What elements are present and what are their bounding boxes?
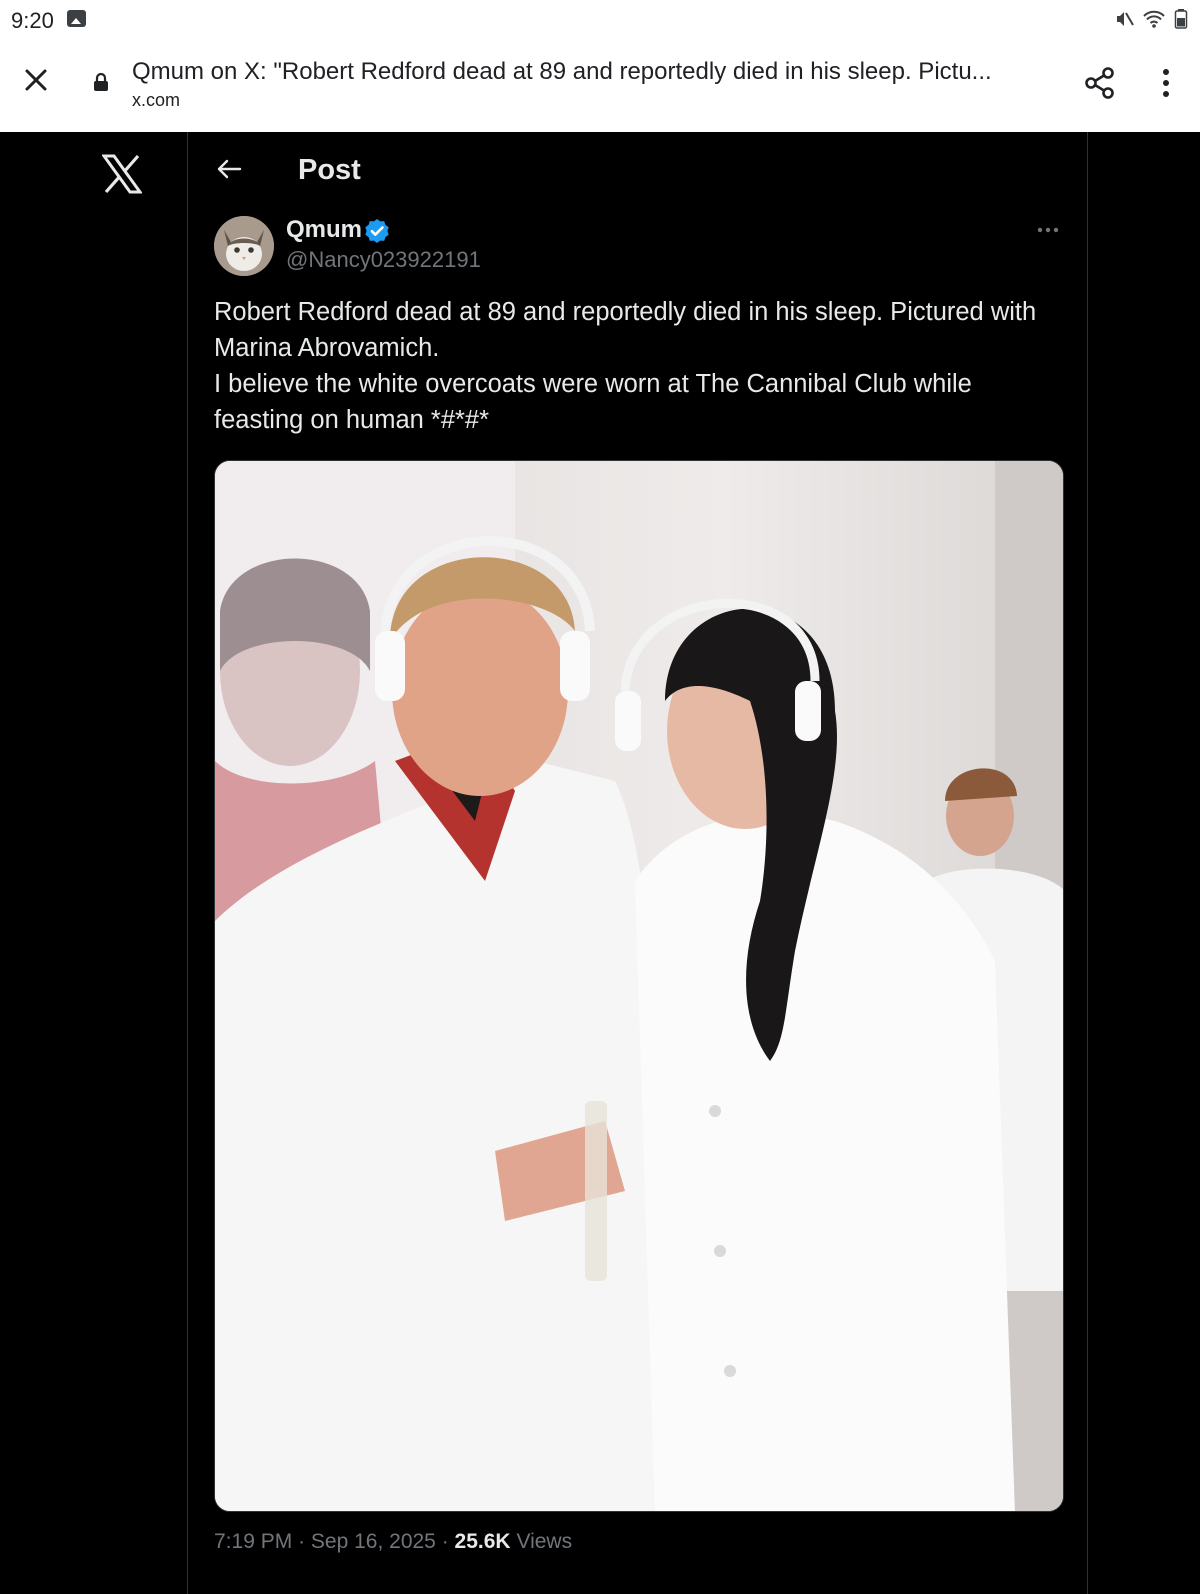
system-icons — [1114, 8, 1188, 30]
views-count: 25.6K — [454, 1530, 511, 1553]
header-title: Post — [298, 154, 361, 186]
close-icon[interactable] — [22, 66, 50, 94]
meta-separator: · — [298, 1530, 306, 1553]
column-divider-left — [187, 132, 188, 1594]
post-text-line: I believe the white overcoats were worn … — [214, 370, 979, 434]
more-vert-icon[interactable] — [1156, 66, 1176, 100]
views-label: Views — [516, 1530, 573, 1553]
meta-separator: · — [441, 1530, 449, 1553]
verified-badge-icon — [365, 219, 389, 243]
page-url[interactable]: x.com — [132, 90, 180, 111]
battery-icon — [1174, 9, 1188, 29]
more-options-icon[interactable] — [1036, 226, 1060, 234]
author-name[interactable]: Qmum — [286, 216, 362, 244]
back-arrow-icon[interactable] — [216, 156, 242, 182]
post-text: Robert Redford dead at 89 and reportedly… — [214, 294, 1064, 438]
post-text-line: Robert Redford dead at 89 and reportedly… — [214, 298, 1044, 362]
share-icon[interactable] — [1084, 66, 1116, 100]
photo-illustration — [215, 461, 1063, 1511]
x-logo-icon[interactable] — [102, 154, 142, 194]
page-title: Qmum on X: "Robert Redford dead at 89 an… — [132, 58, 992, 85]
status-bar: 9:20 — [0, 0, 1200, 38]
post-meta: 7:19 PM · Sep 16, 2025 · 25.6K Views — [214, 1530, 572, 1554]
x-page: Post Qmum @Nancy023922191 Robert Redford… — [0, 132, 1200, 1594]
column-divider-right — [1087, 132, 1088, 1594]
mute-icon — [1117, 12, 1134, 26]
post-time[interactable]: 7:19 PM — [214, 1530, 292, 1553]
post-date[interactable]: Sep 16, 2025 — [311, 1530, 436, 1553]
avatar[interactable] — [214, 216, 274, 276]
status-time: 9:20 — [11, 8, 54, 33]
wifi-icon — [1143, 10, 1165, 28]
post-header: Post — [188, 132, 1086, 208]
lock-icon[interactable] — [92, 72, 110, 92]
author-handle[interactable]: @Nancy023922191 — [286, 247, 481, 273]
post-photo[interactable] — [214, 460, 1064, 1512]
gallery-icon — [67, 10, 86, 27]
browser-toolbar: Qmum on X: "Robert Redford dead at 89 an… — [0, 38, 1200, 132]
